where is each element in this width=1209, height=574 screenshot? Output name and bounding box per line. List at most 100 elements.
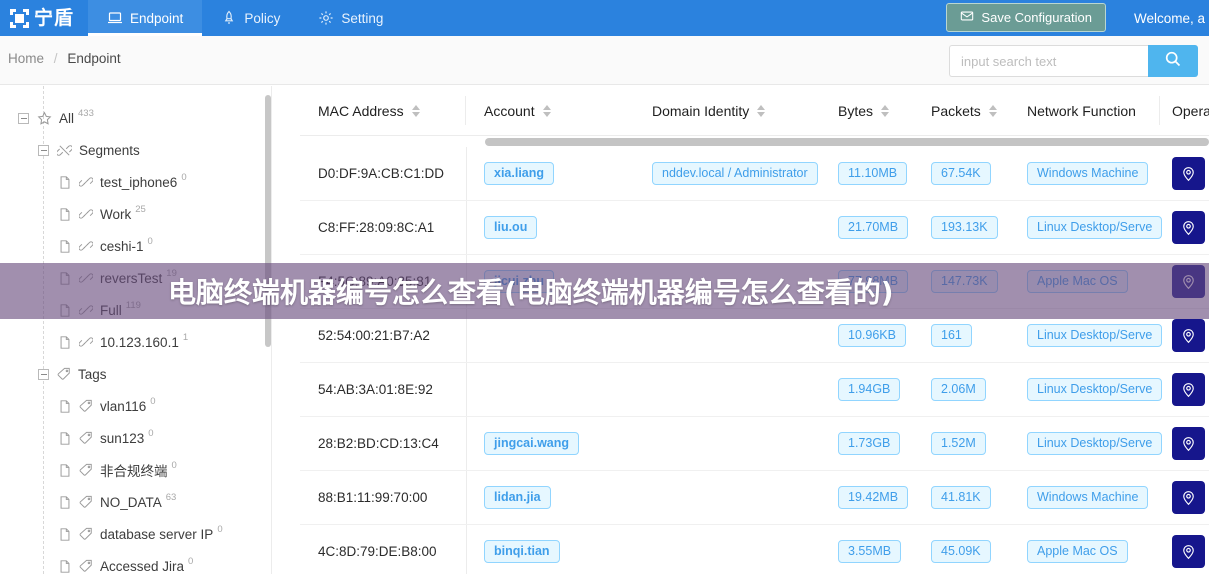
sidebar-item-all[interactable]: All 433: [0, 102, 271, 134]
cell-bytes-value[interactable]: 10.96KB: [838, 323, 906, 348]
cell-mac-address: 4C:8D:79:DE:B8:00: [300, 525, 466, 574]
table-row[interactable]: C8:FF:28:09:8C:A1 liu.ou 21.70MB 193.13K Lin…: [300, 201, 1209, 255]
location-pin-icon[interactable]: [1172, 319, 1205, 352]
table-row[interactable]: F4:5C:89:A0:35:81 jicui.zhu 77.98MB 147.73K…: [300, 255, 1209, 309]
cell-packets-value[interactable]: 1.52M: [931, 431, 986, 456]
cell-account: jingcai.wang: [466, 417, 652, 470]
sort-arrows-icon[interactable]: [757, 104, 766, 117]
breadcrumb-home[interactable]: Home: [8, 51, 44, 66]
nav-item-setting[interactable]: Setting: [299, 0, 402, 36]
sidebar-tree-panel[interactable]: All 433 Segments test_iphone6 0 Work 25 ceshi-1…: [0, 86, 272, 574]
location-pin-icon[interactable]: [1172, 157, 1205, 190]
column-header-network-function[interactable]: Network Function: [1027, 86, 1160, 135]
sidebar-vertical-scrollbar[interactable]: [265, 95, 271, 347]
cell-packets-value[interactable]: 147.73K: [931, 269, 998, 294]
sidebar-item-10-123-160-1[interactable]: 10.123.160.1 1: [0, 326, 271, 358]
column-header-opera[interactable]: Opera: [1160, 86, 1209, 135]
cell-packets-value[interactable]: 45.09K: [931, 539, 991, 564]
cell-account-value[interactable]: jingcai.wang: [484, 431, 580, 456]
cell-network-function-value[interactable]: Linux Desktop/Serve: [1027, 323, 1163, 348]
save-configuration-button[interactable]: Save Configuration: [946, 3, 1106, 32]
table-row[interactable]: 88:B1:11:99:70:00 lidan.jia 19.42MB 41.81K W…: [300, 471, 1209, 525]
column-header-packets[interactable]: Packets: [931, 86, 1027, 135]
table-row[interactable]: 28:B2:BD:CD:13:C4 jingcai.wang 1.73GB 1.52M…: [300, 417, 1209, 471]
cell-packets-value[interactable]: 2.06M: [931, 377, 986, 402]
location-pin-icon[interactable]: [1172, 211, 1205, 244]
cell-network-function-value[interactable]: Linux Desktop/Serve: [1027, 215, 1163, 240]
sort-arrows-icon[interactable]: [542, 104, 551, 117]
column-header-bytes[interactable]: Bytes: [838, 86, 931, 135]
cell-network-function-value[interactable]: Linux Desktop/Serve: [1027, 431, 1163, 456]
sidebar-item-label: Tags: [78, 366, 107, 382]
cell-account-value[interactable]: lidan.jia: [484, 485, 551, 510]
table-horizontal-scrollbar[interactable]: [300, 136, 1209, 147]
cell-network-function-value[interactable]: Linux Desktop/Serve: [1027, 377, 1163, 402]
link-icon: [79, 239, 93, 253]
sidebar-item-vlan116[interactable]: vlan116 0: [0, 390, 271, 422]
table-row[interactable]: 52:54:00:21:B7:A2 10.96KB 161 Linux Desktop…: [300, 309, 1209, 363]
column-header-label: Network Function: [1027, 102, 1136, 119]
sidebar-item-count: 119: [125, 299, 141, 311]
cell-bytes-value[interactable]: 21.70MB: [838, 215, 909, 240]
cell-account-value[interactable]: liu.ou: [484, 215, 538, 240]
column-header-mac-address[interactable]: MAC Address: [300, 86, 466, 135]
cell-packets-value[interactable]: 161: [931, 323, 972, 348]
sidebar-item-sun123[interactable]: sun123 0: [0, 422, 271, 454]
cell-account-value[interactable]: jicui.zhu: [484, 269, 554, 294]
brand-logo[interactable]: 宁盾: [0, 0, 88, 36]
table-row[interactable]: 4C:8D:79:DE:B8:00 binqi.tian 3.55MB 45.09K A…: [300, 525, 1209, 574]
sort-arrows-icon[interactable]: [881, 104, 890, 117]
tree-collapse-toggle[interactable]: [38, 368, 49, 380]
cell-domain-identity-value[interactable]: nddev.local / Administrator: [652, 161, 818, 186]
sort-arrows-icon[interactable]: [988, 104, 997, 117]
cell-bytes-value[interactable]: 11.10MB: [838, 161, 908, 186]
sidebar-item-accessed-jira[interactable]: Accessed Jira 0: [0, 550, 271, 574]
table-row[interactable]: D0:DF:9A:CB:C1:DD xia.liang nddev.local / …: [300, 147, 1209, 201]
cell-network-function-value[interactable]: Apple Mac OS: [1027, 269, 1128, 294]
search-button[interactable]: [1148, 45, 1198, 77]
sidebar-item-label: All: [59, 110, 75, 126]
location-pin-icon[interactable]: [1172, 373, 1205, 406]
sort-arrows-icon[interactable]: [411, 104, 420, 117]
sidebar-item-segments[interactable]: Segments: [0, 134, 271, 166]
sidebar-item-no-data[interactable]: NO_DATA 63: [0, 486, 271, 518]
sidebar-item-ceshi-1[interactable]: ceshi-1 0: [0, 230, 271, 262]
column-header-account[interactable]: Account: [466, 86, 652, 135]
cell-network-function-value[interactable]: Windows Machine: [1027, 161, 1149, 186]
cell-account-value[interactable]: xia.liang: [484, 161, 555, 186]
location-pin-icon[interactable]: [1172, 535, 1205, 568]
cell-packets-value[interactable]: 193.13K: [931, 215, 998, 240]
column-header-domain-identity[interactable]: Domain Identity: [652, 86, 838, 135]
sidebar-item-reverstest[interactable]: reversTest 19: [0, 262, 271, 294]
save-mail-icon: [960, 9, 974, 26]
cell-account-value[interactable]: binqi.tian: [484, 539, 560, 564]
tree-collapse-toggle[interactable]: [38, 144, 49, 156]
table-row[interactable]: 54:AB:3A:01:8E:92 1.94GB 2.06M Linux Deskto…: [300, 363, 1209, 417]
location-pin-icon[interactable]: [1172, 265, 1205, 298]
cell-network-function: Linux Desktop/Serve: [1027, 363, 1163, 416]
cell-bytes-value[interactable]: 1.94GB: [838, 377, 901, 402]
sidebar-item-full[interactable]: Full 119: [0, 294, 271, 326]
location-pin-icon[interactable]: [1172, 427, 1205, 460]
scrollbar-thumb[interactable]: [485, 138, 1209, 146]
cell-packets-value[interactable]: 41.81K: [931, 485, 991, 510]
tree-collapse-toggle[interactable]: [18, 112, 29, 124]
cell-bytes-value[interactable]: 77.98MB: [838, 269, 909, 294]
sidebar-item-work[interactable]: Work 25: [0, 198, 271, 230]
cell-bytes-value[interactable]: 3.55MB: [838, 539, 902, 564]
location-pin-icon[interactable]: [1172, 481, 1205, 514]
cell-account: [466, 309, 652, 362]
cell-network-function-value[interactable]: Apple Mac OS: [1027, 539, 1128, 564]
sidebar-item-database-server-ip[interactable]: database server IP 0: [0, 518, 271, 550]
cell-bytes-value[interactable]: 1.73GB: [838, 431, 901, 456]
column-header-label: Domain Identity: [652, 102, 750, 119]
nav-item-policy[interactable]: Policy: [202, 0, 299, 36]
cell-packets-value[interactable]: 67.54K: [931, 161, 991, 186]
cell-network-function-value[interactable]: Windows Machine: [1027, 485, 1149, 510]
sidebar-item-tags[interactable]: Tags: [0, 358, 271, 390]
sidebar-item-test-iphone6[interactable]: test_iphone6 0: [0, 166, 271, 198]
cell-bytes-value[interactable]: 19.42MB: [838, 485, 909, 510]
sidebar-item--[interactable]: 非合规终端 0: [0, 454, 271, 486]
nav-item-endpoint[interactable]: Endpoint: [88, 0, 203, 36]
search-input[interactable]: [949, 45, 1148, 77]
